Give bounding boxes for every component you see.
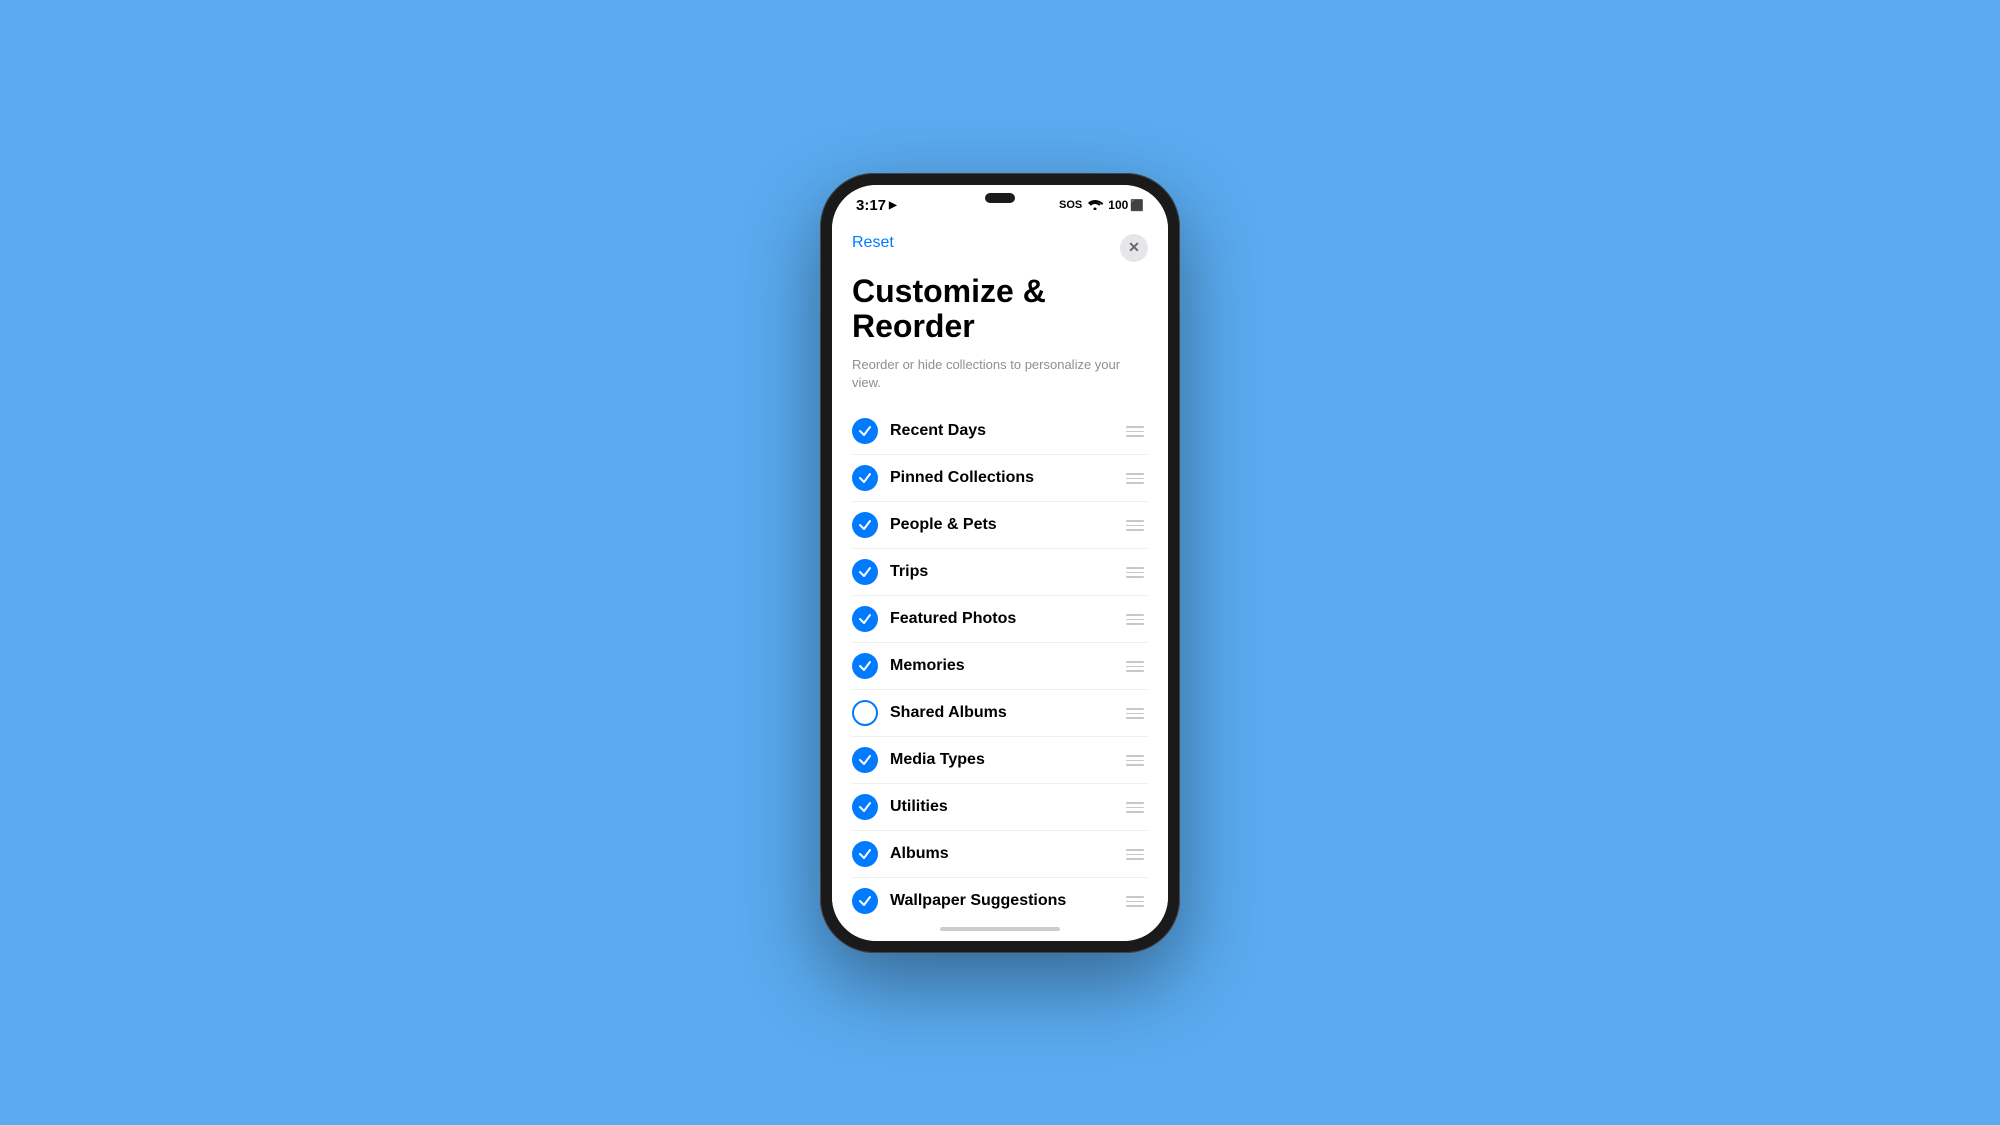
status-icons: SOS 100 ⬛ [1059,198,1144,213]
check-icon-filled[interactable] [852,841,878,867]
check-icon-filled[interactable] [852,888,878,914]
check-icon-filled[interactable] [852,747,878,773]
list-item[interactable]: Pinned Collections [852,455,1148,502]
list-item[interactable]: Wallpaper Suggestions [852,878,1148,918]
item-label: Pinned Collections [890,469,1110,487]
battery-label: 100 [1108,198,1128,212]
check-icon-filled[interactable] [852,794,878,820]
phone-outer: 3:17 ▶ SOS 100 ⬛ [820,173,1180,953]
home-bar [940,927,1060,931]
status-time: 3:17 ▶ [856,197,897,214]
item-label: Utilities [890,798,1110,816]
check-icon-filled[interactable] [852,512,878,538]
drag-handle-icon[interactable] [1122,469,1148,488]
modal-title: Customize &Reorder [832,270,1168,350]
list-item[interactable]: Albums [852,831,1148,878]
drag-handle-icon[interactable] [1122,563,1148,582]
check-icon-filled[interactable] [852,653,878,679]
item-label: Recent Days [890,422,1110,440]
drag-handle-icon[interactable] [1122,751,1148,770]
item-label: Trips [890,563,1110,581]
drag-handle-icon[interactable] [1122,892,1148,911]
check-icon-empty[interactable] [852,700,878,726]
item-label: Memories [890,657,1110,675]
camera-pill [985,193,1015,203]
item-label: Wallpaper Suggestions [890,892,1110,910]
item-label: Featured Photos [890,610,1110,628]
check-icon-filled[interactable] [852,559,878,585]
list-item[interactable]: Recent Days [852,408,1148,455]
list-item[interactable]: Trips [852,549,1148,596]
check-icon-filled[interactable] [852,418,878,444]
list-item[interactable]: Shared Albums [852,690,1148,737]
modal-header: Reset ✕ [832,218,1168,270]
home-indicator [832,919,1168,941]
check-icon-filled[interactable] [852,606,878,632]
modal-subtitle: Reorder or hide collections to personali… [832,350,1168,408]
drag-handle-icon[interactable] [1122,516,1148,535]
drag-handle-icon[interactable] [1122,798,1148,817]
list-item[interactable]: People & Pets [852,502,1148,549]
list-item[interactable]: Memories [852,643,1148,690]
reset-button[interactable]: Reset [852,234,894,252]
drag-handle-icon[interactable] [1122,610,1148,629]
battery-icon: 100 ⬛ [1108,198,1144,212]
item-label: Albums [890,845,1110,863]
sos-label: SOS [1059,199,1082,211]
list-item[interactable]: Featured Photos [852,596,1148,643]
page-title: Customize &Reorder [852,274,1148,344]
item-label: Shared Albums [890,704,1110,722]
close-button[interactable]: ✕ [1120,234,1148,262]
wifi-icon [1087,198,1103,213]
drag-handle-icon[interactable] [1122,704,1148,723]
modal-content: Reset ✕ Customize &Reorder Reorder or hi… [832,218,1168,919]
drag-handle-icon[interactable] [1122,422,1148,441]
item-label: People & Pets [890,516,1110,534]
list-item[interactable]: Media Types [852,737,1148,784]
phone-screen: 3:17 ▶ SOS 100 ⬛ [832,185,1168,941]
check-icon-filled[interactable] [852,465,878,491]
item-label: Media Types [890,751,1110,769]
location-icon: ▶ [889,200,897,211]
drag-handle-icon[interactable] [1122,845,1148,864]
drag-handle-icon[interactable] [1122,657,1148,676]
items-list: Recent Days Pinned Collections People & Pe… [832,408,1168,918]
list-item[interactable]: Utilities [852,784,1148,831]
